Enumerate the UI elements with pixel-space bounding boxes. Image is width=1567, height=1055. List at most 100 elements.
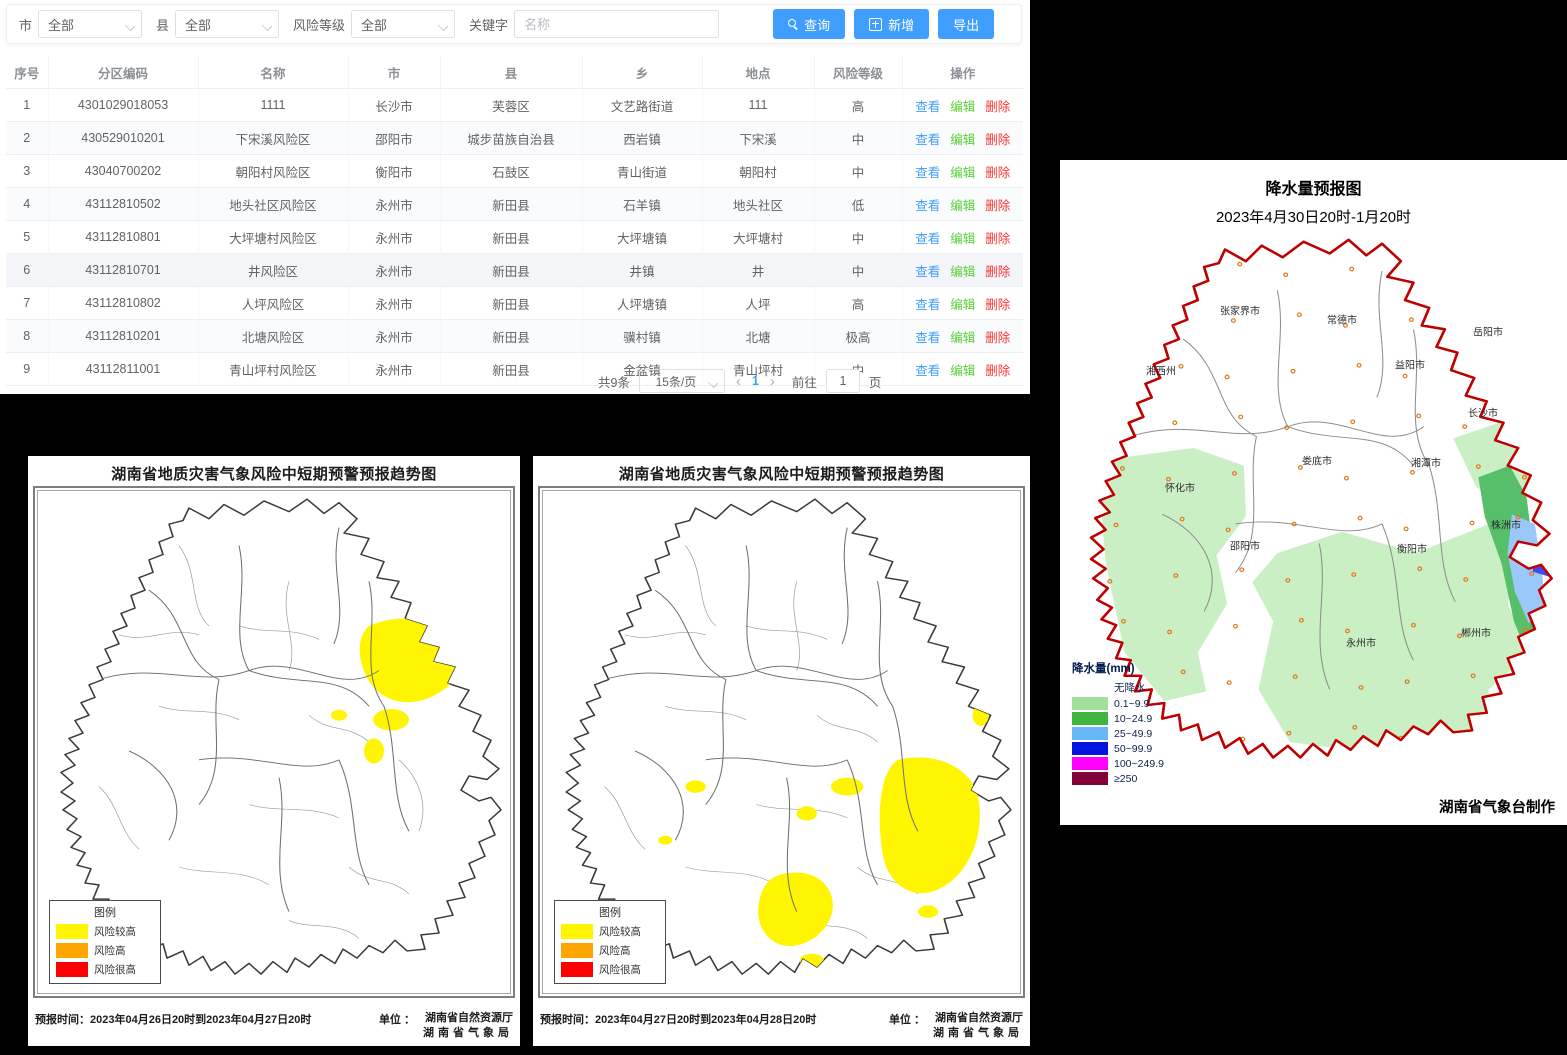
delete-link[interactable]: 删除 [985, 298, 1010, 312]
no-cell: 7 [6, 287, 48, 320]
county-select[interactable]: 全部 [175, 10, 279, 38]
view-link[interactable]: 查看 [915, 199, 940, 213]
code-cell: 43040700202 [48, 155, 198, 188]
forecast-time: 预报时间：2023年04月27日20时到2023年04月28日20时 [540, 1011, 816, 1027]
goto-label: 前往 [792, 372, 817, 391]
current-page[interactable]: 1 [752, 374, 759, 388]
place-cell: 井 [702, 254, 814, 287]
legend-item: 风险很高 [561, 962, 659, 977]
rain-legend-label: 100~249.9 [1114, 758, 1164, 770]
chevron-down-icon [262, 21, 272, 31]
map2-legend: 图例 风险较高风险高风险很高 [554, 900, 666, 984]
risk-area-patch [658, 836, 672, 845]
precipitation-region [1544, 545, 1556, 561]
rain-legend-item: 100~249.9 [1072, 757, 1164, 770]
goto-page-input[interactable] [826, 369, 860, 393]
map1-frame: 图例 风险较高风险高风险很高 [33, 486, 515, 998]
town-cell: 人坪塘镇 [582, 287, 702, 320]
export-button[interactable]: 导出 [938, 9, 994, 39]
delete-link[interactable]: 删除 [985, 166, 1010, 180]
delete-link[interactable]: 删除 [985, 265, 1010, 279]
prev-page-button[interactable]: ‹ [734, 374, 743, 389]
page-size-select[interactable]: 15条/页 [639, 369, 725, 393]
delete-link[interactable]: 删除 [985, 331, 1010, 345]
actions-cell: 查看编辑删除 [902, 254, 1023, 287]
rain-legend-item: 0.1~9.9 [1072, 697, 1164, 710]
risk-level-select[interactable]: 全部 [351, 10, 455, 38]
code-cell: 43112810801 [48, 221, 198, 254]
place-cell: 地头社区 [702, 188, 814, 221]
risk-area-patch [800, 954, 824, 968]
edit-link[interactable]: 编辑 [950, 298, 975, 312]
delete-link[interactable]: 删除 [985, 199, 1010, 213]
edit-link[interactable]: 编辑 [950, 133, 975, 147]
actions-cell: 查看编辑删除 [902, 287, 1023, 320]
query-button[interactable]: 查询 [773, 9, 845, 39]
edit-link[interactable]: 编辑 [950, 232, 975, 246]
delete-link[interactable]: 删除 [985, 100, 1010, 114]
risk-cell: 极高 [814, 320, 902, 353]
county-cell: 新田县 [440, 254, 582, 287]
search-icon [788, 19, 798, 29]
legend-label: 风险很高 [599, 962, 641, 977]
edit-link[interactable]: 编辑 [950, 100, 975, 114]
town-cell: 骥村镇 [582, 320, 702, 353]
name-cell: 下宋溪风险区 [198, 122, 348, 155]
delete-link[interactable]: 删除 [985, 232, 1010, 246]
rain-legend-item: 25~49.9 [1072, 727, 1164, 740]
actions-cell: 查看编辑删除 [902, 155, 1023, 188]
edit-link[interactable]: 编辑 [950, 265, 975, 279]
page-suffix-label: 页 [869, 372, 882, 391]
edit-link[interactable]: 编辑 [950, 166, 975, 180]
risk-area-patch [918, 905, 938, 918]
rain-legend-label: 无降水 [1114, 680, 1146, 695]
view-link[interactable]: 查看 [915, 298, 940, 312]
city-cell: 永州市 [348, 287, 440, 320]
edit-link[interactable]: 编辑 [950, 331, 975, 345]
keyword-input[interactable] [514, 10, 719, 38]
next-page-button[interactable]: › [768, 374, 777, 389]
code-cell: 43112810701 [48, 254, 198, 287]
legend-swatch [56, 924, 88, 939]
legend-item: 风险较高 [56, 924, 154, 939]
edit-link[interactable]: 编辑 [950, 199, 975, 213]
view-link[interactable]: 查看 [915, 265, 940, 279]
edit-link[interactable]: 编辑 [950, 364, 975, 378]
view-link[interactable]: 查看 [915, 232, 940, 246]
city-select[interactable]: 全部 [38, 10, 142, 38]
risk-area-patch [409, 594, 429, 605]
rain-legend-swatch [1072, 742, 1108, 755]
risk-select-value: 全部 [361, 15, 387, 34]
plus-square-icon [869, 18, 882, 31]
view-link[interactable]: 查看 [915, 331, 940, 345]
city-select-value: 全部 [48, 15, 74, 34]
actions-cell: 查看编辑删除 [902, 122, 1023, 155]
view-link[interactable]: 查看 [915, 364, 940, 378]
map2-title: 湖南省地质灾害气象风险中短期预警预报趋势图 [533, 456, 1030, 484]
rain-legend-swatch [1072, 681, 1108, 694]
city-cell: 永州市 [348, 221, 440, 254]
delete-link[interactable]: 删除 [985, 364, 1010, 378]
no-cell: 6 [6, 254, 48, 287]
risk-trend-map-day1: 湖南省地质灾害气象风险中短期预警预报趋势图 图例 风险较高风险高风险很高 预报时… [28, 456, 520, 1046]
legend-swatch [56, 943, 88, 958]
city-label: 怀化市 [1165, 480, 1195, 495]
actions-cell: 查看编辑删除 [902, 221, 1023, 254]
delete-link[interactable]: 删除 [985, 133, 1010, 147]
legend-label: 风险很高 [94, 962, 136, 977]
risk-area-patch [373, 709, 409, 730]
name-cell: 人坪风险区 [198, 287, 348, 320]
view-link[interactable]: 查看 [915, 166, 940, 180]
name-cell: 青山坪村风险区 [198, 353, 348, 386]
actions-cell: 查看编辑删除 [902, 320, 1023, 353]
forecast-time: 预报时间：2023年04月26日20时到2023年04月27日20时 [35, 1011, 311, 1027]
add-button[interactable]: 新增 [854, 9, 929, 39]
code-cell: 43112810802 [48, 287, 198, 320]
rain-legend-swatch [1072, 757, 1108, 770]
legend-item: 风险较高 [561, 924, 659, 939]
view-link[interactable]: 查看 [915, 133, 940, 147]
table-row: 843112810201北塘风险区永州市新田县骥村镇北塘极高查看编辑删除 [6, 320, 1023, 353]
city-label: 益阳市 [1395, 357, 1425, 372]
city-label: 株洲市 [1491, 517, 1521, 532]
view-link[interactable]: 查看 [915, 100, 940, 114]
